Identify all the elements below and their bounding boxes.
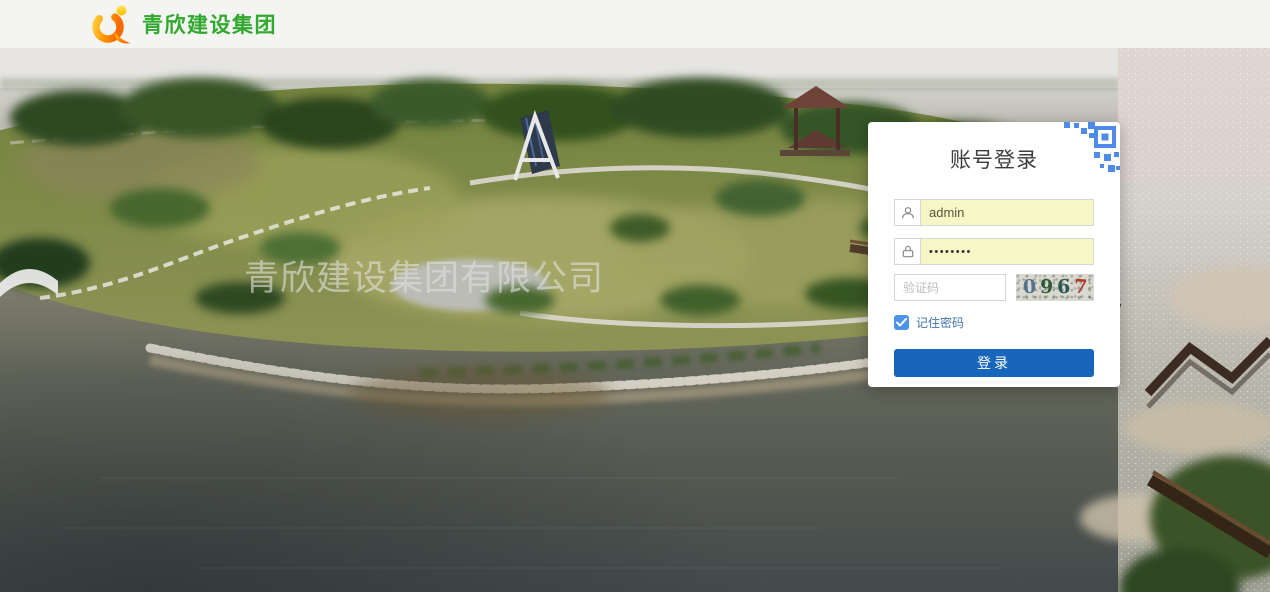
login-card: 账号登录 bbox=[868, 122, 1120, 387]
lock-icon bbox=[895, 239, 921, 264]
remember-group: 记住密码 bbox=[894, 314, 1094, 331]
remember-label[interactable]: 记住密码 bbox=[916, 314, 964, 331]
company-logo-icon bbox=[88, 2, 132, 46]
user-icon bbox=[895, 200, 921, 225]
login-form: 0 9 6 7 记住密码 登录 bbox=[894, 199, 1094, 377]
login-button[interactable]: 登录 bbox=[894, 349, 1094, 377]
brand-name: 青欣建设集团 bbox=[142, 9, 277, 39]
qr-code-corner-icon[interactable] bbox=[1064, 122, 1120, 178]
captcha-digit: 6 bbox=[1057, 278, 1071, 297]
captcha-digit: 7 bbox=[1074, 278, 1089, 298]
captcha-image[interactable]: 0 9 6 7 bbox=[1016, 274, 1094, 301]
app-header: 青欣建设集团 bbox=[0, 0, 1270, 48]
captcha-digit: 9 bbox=[1039, 278, 1053, 297]
username-field-group bbox=[894, 199, 1094, 226]
captcha-input[interactable] bbox=[894, 274, 1006, 301]
password-input[interactable] bbox=[921, 239, 1093, 264]
remember-checkbox[interactable] bbox=[894, 315, 909, 330]
hero-section: 青欣建设集团有限公司 账号登录 bbox=[0, 48, 1270, 592]
username-input[interactable] bbox=[921, 200, 1093, 225]
captcha-digit: 0 bbox=[1022, 278, 1036, 298]
captcha-group: 0 9 6 7 bbox=[894, 274, 1094, 301]
password-field-group bbox=[894, 238, 1094, 265]
check-icon bbox=[896, 318, 907, 327]
